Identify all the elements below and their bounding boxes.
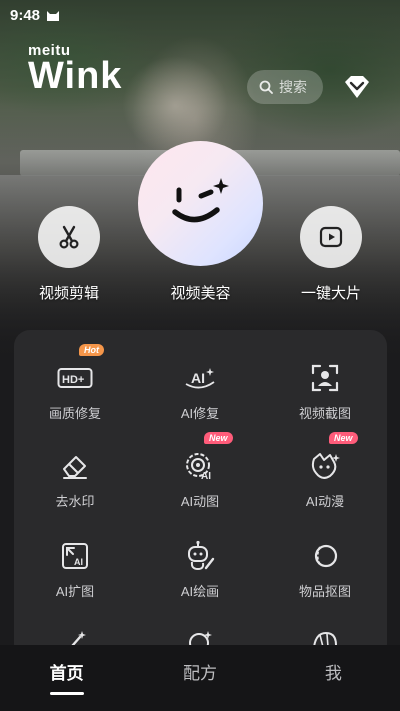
svg-text:AI: AI [201,471,211,481]
play-square-icon [319,226,343,248]
one-click-film-button[interactable]: 一键大片 [300,206,362,303]
tool-ai-animation[interactable]: New AI AI动图 [145,432,255,510]
video-beauty-button[interactable]: 视频美容 [138,141,263,303]
video-beauty-circle [138,141,263,266]
hd-plus-icon: HD+ [57,368,93,388]
ai-target-icon: AI [186,453,211,481]
tool-remove-watermark[interactable]: 去水印 [20,450,130,510]
anime-character-icon [311,453,340,479]
vip-diamond-icon[interactable] [343,74,371,100]
nav-active-indicator [49,692,84,695]
tool-object-cutout[interactable]: 物品抠图 [270,540,380,600]
one-click-film-label: 一键大片 [300,285,361,302]
tool-label: AI动漫 [305,494,345,509]
video-edit-label: 视频剪辑 [38,285,99,302]
new-badge: New [329,432,358,444]
video-edit-button[interactable]: 视频剪辑 [38,206,100,303]
wink-face-icon [171,177,229,222]
tool-label: 去水印 [55,494,95,509]
eraser-icon [63,456,87,479]
svg-text:AI: AI [191,370,205,386]
tool-label: 物品抠图 [298,584,351,599]
tool-label: AI修复 [180,406,220,421]
tool-label: 画质修复 [48,406,101,421]
one-click-film-circle [300,206,362,268]
scissors-icon [59,225,79,249]
svg-text:HD+: HD+ [62,374,84,386]
nav-me[interactable]: 我 [267,645,400,711]
portrait-frame-icon [311,364,339,392]
cat-notification-icon [47,11,60,21]
wink-wordmark: Wink [28,55,123,97]
nav-me-label: 我 [324,664,342,683]
object-cutout-icon [314,544,338,568]
tool-label: AI扩图 [55,584,95,599]
hot-badge: Hot [79,344,104,356]
tool-quality-repair[interactable]: Hot HD+ 画质修复 [20,344,130,422]
tool-ai-repair[interactable]: AI AI修复 [145,362,255,422]
bottom-nav: 首页 配方 我 [0,645,400,711]
tools-panel: Hot HD+ 画质修复 AI AI修复 视频截图 去水印 New AI AI动… [14,330,387,660]
robot-paint-icon [188,540,215,571]
tool-ai-expand[interactable]: AI AI扩图 [20,540,130,600]
new-badge: New [204,432,233,444]
search-input[interactable]: 搜索 [247,70,323,104]
status-time: 9:48 [10,6,41,24]
tool-label: 视频截图 [298,406,351,421]
ai-expand-icon: AI [62,543,88,569]
status-bar: 9:48 [10,6,60,24]
tool-video-screenshot[interactable]: 视频截图 [270,362,380,422]
video-beauty-label: 视频美容 [170,285,231,302]
nav-recipes-label: 配方 [182,664,217,683]
tool-ai-anime[interactable]: New AI动漫 [270,432,380,510]
tool-ai-painting[interactable]: AI绘画 [145,540,255,600]
ai-sparkle-icon: AI [185,368,215,389]
nav-home-label: 首页 [49,664,84,683]
search-icon [259,80,273,94]
nav-home[interactable]: 首页 [0,645,133,711]
tool-label: AI绘画 [180,584,220,599]
svg-text:AI: AI [74,557,83,567]
nav-recipes[interactable]: 配方 [133,645,266,711]
brand-logo: meitu Wink [28,42,122,98]
video-edit-circle [38,206,100,268]
tool-label: AI动图 [180,494,220,509]
search-placeholder: 搜索 [279,79,307,95]
